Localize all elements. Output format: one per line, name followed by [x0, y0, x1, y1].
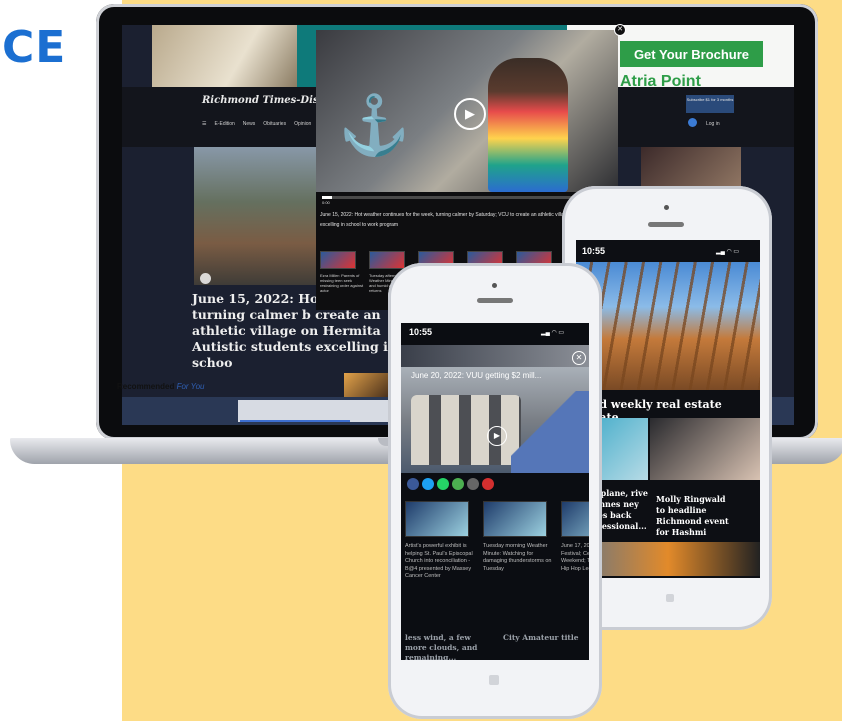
playlist-title: Ezra Miller: Parents of missing teen see…: [320, 273, 364, 293]
recommended-heading[interactable]: Recommended For You: [117, 382, 204, 391]
search-icon[interactable]: [688, 118, 697, 127]
share-bar: [407, 478, 494, 490]
video-title: June 20, 2022: VUU getting $2 mill...: [411, 371, 542, 380]
play-icon[interactable]: [200, 273, 211, 284]
video-card-thumbnail: [405, 501, 469, 537]
sms-icon[interactable]: [452, 478, 464, 490]
for-you-tab[interactable]: For You: [177, 382, 205, 391]
nav-item-eedition[interactable]: E-Edition: [214, 121, 234, 127]
email-icon[interactable]: [467, 478, 479, 490]
close-icon[interactable]: ✕: [614, 24, 626, 36]
signal-wifi-battery-icon: ▂▄ ◠ ▭: [541, 330, 565, 336]
ad-image-left: [152, 25, 297, 87]
video-card-row: Artist's powerful exhibit is helping St.…: [405, 501, 589, 581]
nav-item-opinion[interactable]: Opinion: [294, 121, 311, 127]
recommended-tab-strip: [238, 400, 398, 422]
speaker-grille: [477, 298, 513, 303]
facebook-icon[interactable]: [407, 478, 419, 490]
video-card-thumbnail: [483, 501, 547, 537]
play-icon[interactable]: ▶: [487, 426, 507, 446]
playlist-item[interactable]: Ezra Miller: Parents of missing teen see…: [320, 251, 364, 293]
whatsapp-icon[interactable]: [437, 478, 449, 490]
phone-front-screen: 10:55 ▂▄ ◠ ▭ ✕ June 20, 2022: VUU gettin…: [401, 323, 589, 660]
status-time: 10:55: [582, 246, 606, 256]
background-image: [401, 345, 589, 367]
login-link[interactable]: Log in: [706, 121, 720, 127]
video-frame[interactable]: ⚓ ▶: [316, 30, 618, 192]
subscribe-button[interactable]: Subscribe $1 for 3 months: [686, 95, 734, 113]
home-button: [666, 594, 674, 602]
video-time: 0:00: [322, 200, 330, 205]
recommended-underline: [240, 420, 350, 422]
video-card[interactable]: Artist's powerful exhibit is helping St.…: [405, 501, 477, 581]
story-image[interactable]: [650, 418, 760, 480]
nav-item-news[interactable]: News: [243, 121, 256, 127]
video-progress-fill: [322, 196, 332, 199]
status-time: 10:55: [409, 327, 433, 337]
video-card[interactable]: Tuesday morning Weather Minute: Watching…: [483, 501, 555, 581]
story-headline[interactable]: Molly Ringwald to headline Richmond even…: [656, 494, 736, 538]
story-headline[interactable]: City Amateur title: [503, 633, 579, 642]
video-card-title: Tuesday morning Weather Minute: Watching…: [483, 543, 552, 572]
twitter-icon[interactable]: [422, 478, 434, 490]
video-card-thumbnail: [561, 501, 589, 537]
signal-wifi-battery-icon: ▂▄ ◠ ▭: [716, 249, 740, 255]
recommended-label: Recommended: [117, 382, 175, 391]
brand-partial-logo: CE: [2, 22, 67, 73]
camera-icon: [664, 205, 669, 210]
video-overlay-graphic: [511, 391, 589, 473]
hero-image[interactable]: [194, 147, 322, 285]
bookmark-icon[interactable]: [482, 478, 494, 490]
playlist-thumbnail: [320, 251, 356, 269]
speaker-grille: [648, 222, 684, 227]
video-card-title: Artist's powerful exhibit is helping St.…: [405, 543, 473, 579]
playlist-thumbnail: [369, 251, 405, 269]
play-icon[interactable]: ▶: [454, 98, 486, 130]
nav-item-obituaries[interactable]: Obituaries: [263, 121, 286, 127]
story-headline[interactable]: less wind, a few more clouds, and remain…: [405, 633, 491, 660]
menu-icon[interactable]: ☰: [202, 121, 206, 127]
house-frame-lines: [576, 262, 760, 390]
video-card[interactable]: June 17, 2022: Student Wi... Festival; C…: [561, 501, 589, 581]
phone-right-screen: 10:55 ▂▄ ◠ ▭ nond weekly real estate upd…: [576, 240, 760, 578]
anchor-icon: ⚓: [338, 93, 411, 158]
close-icon[interactable]: ✕: [572, 351, 586, 365]
story-image-row[interactable]: [576, 542, 760, 576]
video-card-title: June 17, 2022: Student Wi... Festival; C…: [561, 543, 589, 572]
main-nav: ☰ E-Edition News Obituaries Opinion: [202, 121, 311, 127]
camera-icon: [492, 283, 497, 288]
home-button: [489, 675, 499, 685]
get-brochure-button[interactable]: Get Your Brochure: [620, 41, 763, 67]
performer-figure: [488, 58, 568, 192]
